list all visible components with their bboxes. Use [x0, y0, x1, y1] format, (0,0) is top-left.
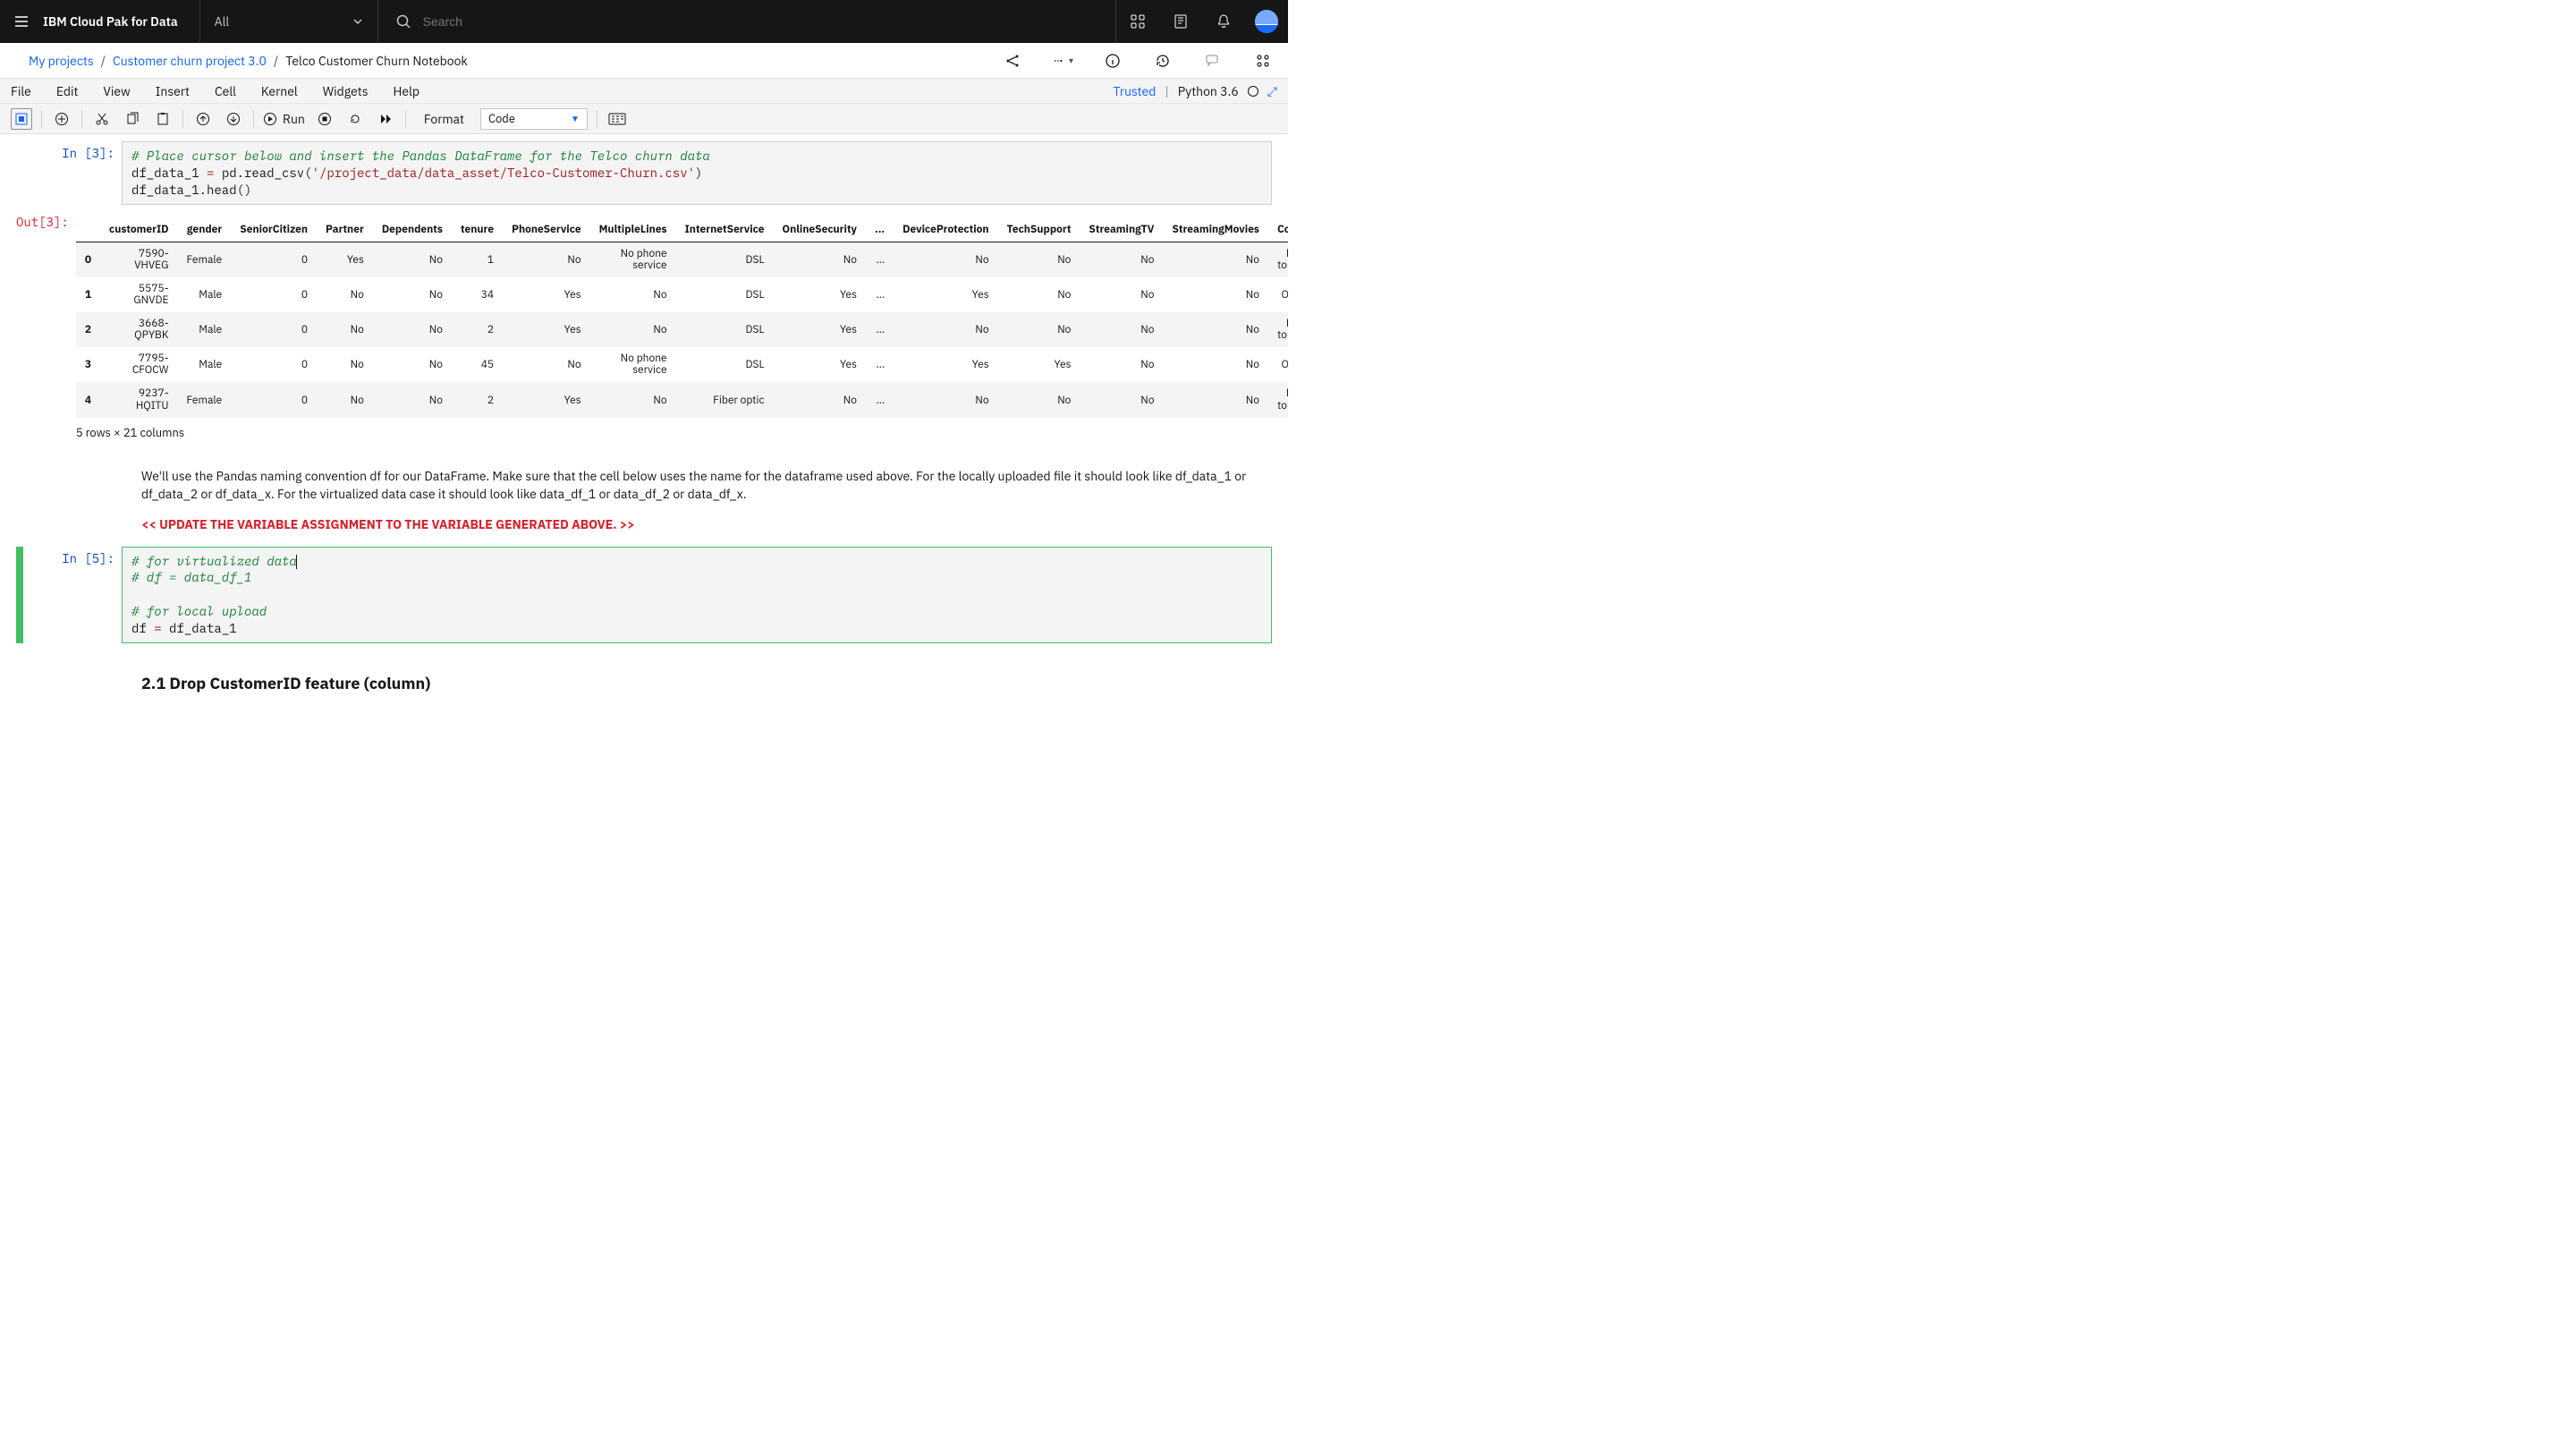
table-header: StreamingMovies [1163, 217, 1268, 242]
menu-insert[interactable]: Insert [156, 83, 190, 99]
table-row: 15575-GNVDEMale0NoNo34YesNoDSLYes...YesN… [76, 277, 1288, 312]
paste-button[interactable] [152, 108, 174, 130]
cell-type-dropdown[interactable]: Code ▼ [480, 108, 588, 130]
markdown-warning: << UPDATE THE VARIABLE ASSIGNMENT TO THE… [141, 515, 1272, 533]
kernel-indicator-icon [1248, 86, 1258, 97]
cell-prompt: In [3]: [23, 141, 122, 205]
chevron-down-icon: ▼ [571, 113, 580, 124]
table-header: StreamingTV [1080, 217, 1163, 242]
project-bar: My projects / Customer churn project 3.0… [0, 43, 1288, 79]
run-history[interactable]: ▾ [1052, 50, 1073, 72]
code-cell-3[interactable]: In [3]: # Place cursor below and insert … [16, 141, 1272, 205]
scope-dropdown[interactable]: All [199, 0, 378, 43]
breadcrumb-current: Telco Customer Churn Notebook [285, 53, 468, 69]
share-icon[interactable] [1002, 50, 1023, 72]
cut-button[interactable] [91, 108, 113, 130]
table-header: gender [178, 217, 232, 242]
table-header: InternetService [676, 217, 774, 242]
table-row: 37795-CFOCWMale0NoNo45NoNo phoneserviceD… [76, 347, 1288, 382]
history-icon[interactable] [1152, 50, 1174, 72]
table-row: 49237-HQITUFemale0NoNo2YesNoFiber opticN… [76, 382, 1288, 417]
move-down-button[interactable] [223, 108, 244, 130]
restart-button[interactable] [344, 108, 366, 130]
chevron-down-icon: ▾ [1069, 55, 1073, 66]
output-cell-3: Out[3]: customerIDgenderSeniorCitizenPar… [16, 210, 1272, 440]
expand-icon[interactable]: ⤢ [1267, 83, 1277, 99]
run-all-button[interactable] [375, 108, 396, 130]
notebook-menubar: File Edit View Insert Cell Kernel Widget… [0, 79, 1288, 104]
notebook-toolbar: Run Format Code ▼ [0, 104, 1288, 134]
info-icon[interactable] [1102, 50, 1123, 72]
bell-icon[interactable] [1202, 0, 1245, 43]
cell-prompt: In [5]: [23, 547, 122, 643]
breadcrumb: My projects / Customer churn project 3.0… [29, 53, 468, 69]
user-avatar[interactable] [1245, 0, 1288, 43]
menu-view[interactable]: View [103, 83, 130, 99]
run-label: Run [283, 111, 305, 127]
table-header: SeniorCitizen [231, 217, 317, 242]
add-cell-button[interactable] [51, 108, 72, 130]
save-button[interactable] [11, 108, 32, 130]
dataframe-output[interactable]: customerIDgenderSeniorCitizenPartnerDepe… [76, 217, 1288, 418]
markdown-paragraph: We'll use the Pandas naming convention d… [141, 467, 1272, 504]
table-header: MultipleLines [590, 217, 676, 242]
menu-edit[interactable]: Edit [56, 83, 79, 99]
menu-cell[interactable]: Cell [215, 83, 236, 99]
code-cell-5[interactable]: In [5]: # for virtualized data # df = da… [16, 547, 1272, 643]
output-prompt: Out[3]: [16, 210, 76, 440]
format-label: Format [424, 111, 464, 127]
table-header: OnlineSecurity [774, 217, 866, 242]
move-up-button[interactable] [192, 108, 214, 130]
table-header: TechSupport [998, 217, 1080, 242]
menu-widgets[interactable]: Widgets [323, 83, 369, 99]
trusted-label[interactable]: Trusted [1113, 83, 1156, 99]
table-header: tenure [452, 217, 503, 242]
menu-file[interactable]: File [11, 83, 31, 99]
table-header: Partner [317, 217, 373, 242]
table-header: customerID [100, 217, 178, 242]
search-input[interactable] [421, 13, 1108, 30]
breadcrumb-project[interactable]: Customer churn project 3.0 [113, 53, 267, 69]
breadcrumb-root[interactable]: My projects [29, 53, 94, 69]
app-brand: IBM Cloud Pak for Data [43, 13, 199, 30]
table-header: PhoneService [503, 217, 590, 242]
global-search[interactable] [378, 0, 1116, 43]
menu-kernel[interactable]: Kernel [261, 83, 298, 99]
comments-icon[interactable] [1202, 50, 1224, 72]
table-row: 23668-QPYBKMale0NoNo2YesNoDSLYes...NoNoN… [76, 312, 1288, 347]
project-actions: ▾ [1002, 50, 1274, 72]
header-actions [1116, 0, 1288, 43]
global-header: IBM Cloud Pak for Data All [0, 0, 1288, 43]
code-editor[interactable]: # for virtualized data # df = data_df_1 … [122, 547, 1272, 643]
dataframe-caption: 5 rows × 21 columns [76, 418, 1288, 440]
cell-type-value: Code [488, 111, 515, 126]
run-button[interactable]: Run [263, 111, 305, 127]
table-header: Dependents [373, 217, 452, 242]
section-heading: 2.1 Drop CustomerID feature (column) [141, 672, 1272, 695]
command-palette-button[interactable] [606, 108, 628, 130]
chevron-down-icon [352, 16, 363, 27]
markdown-heading-cell[interactable]: 2.1 Drop CustomerID feature (column) [16, 649, 1272, 695]
kernel-label[interactable]: Python 3.6 [1178, 83, 1239, 99]
markdown-cell[interactable]: We'll use the Pandas naming convention d… [16, 446, 1272, 534]
search-icon [386, 13, 421, 30]
catalog-icon[interactable] [1159, 0, 1202, 43]
menu-help[interactable]: Help [394, 83, 420, 99]
code-editor[interactable]: # Place cursor below and insert the Pand… [122, 141, 1272, 205]
table-header: DeviceProtection [894, 217, 997, 242]
table-header: Cont [1268, 217, 1288, 242]
menu-icon[interactable] [0, 0, 43, 43]
notebook-area[interactable]: In [3]: # Place cursor below and insert … [0, 134, 1288, 726]
scope-label: All [215, 13, 230, 30]
copy-button[interactable] [122, 108, 143, 130]
table-row: 07590-VHVEGFemale0YesNo1NoNo phoneservic… [76, 242, 1288, 277]
assets-icon[interactable] [1252, 50, 1274, 72]
interrupt-button[interactable] [314, 108, 335, 130]
apps-icon[interactable] [1116, 0, 1159, 43]
table-header: ... [866, 217, 894, 242]
